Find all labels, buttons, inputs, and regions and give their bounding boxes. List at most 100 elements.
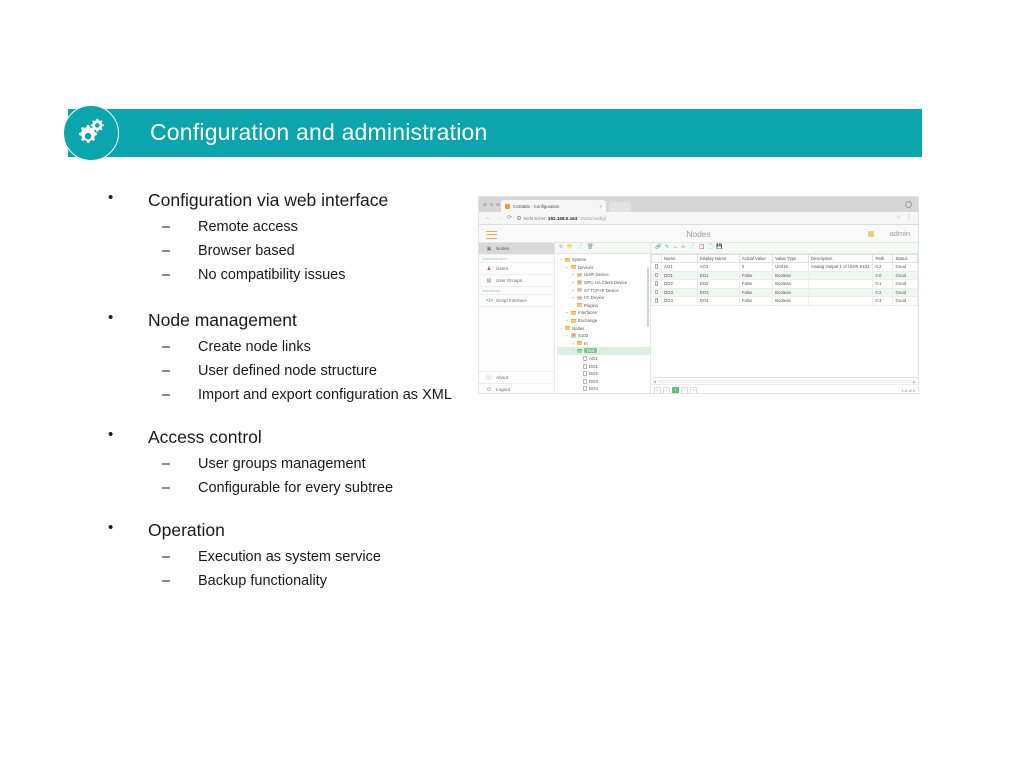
sidebar-item-about[interactable]: ⓘ About — [479, 371, 554, 383]
tree-node[interactable]: + S7 TCP-IP Device — [557, 286, 650, 294]
expander-icon[interactable]: − — [559, 326, 563, 331]
tree-node-selected[interactable]: − Out — [557, 347, 650, 355]
tree-node[interactable]: AO1 — [557, 355, 650, 363]
cell-name: DO4 — [661, 296, 698, 306]
table-row[interactable]: DO2 DO2 False Boolean 0.1 Good — [650, 279, 918, 289]
column-header[interactable]: Name — [661, 254, 698, 263]
bullet-subitem: Execution as system service — [100, 549, 480, 565]
sidebar-item-user-groups[interactable]: ▤ User Groups — [479, 275, 554, 287]
browser-tab-bar: CoDaBix - Configuration × — [479, 197, 918, 212]
expander-icon[interactable]: + — [565, 318, 569, 323]
sidebar-item-nodes[interactable]: ▣ Nodes — [479, 243, 554, 255]
bullet-group: Operation Execution as system service Ba… — [100, 519, 480, 589]
forward-icon[interactable]: → — [496, 215, 502, 221]
security-label: Nicht sicher — [523, 215, 546, 221]
expander-icon[interactable]: − — [565, 265, 569, 270]
table-horizontal-scrollbar[interactable]: ◀ ▶ — [651, 377, 918, 384]
chain-icon[interactable]: ∞ — [682, 245, 686, 250]
row-icon-cell — [650, 296, 663, 306]
tree-node[interactable]: + UniPi Device — [557, 271, 650, 279]
tree-node-label: DO2 — [589, 371, 598, 377]
pager-page-1[interactable]: 1 — [672, 386, 679, 393]
rename-icon[interactable]: ↔ — [673, 245, 678, 250]
sidebar-item-label: User Groups — [496, 278, 523, 283]
table-row[interactable]: DO1 DO1 False Boolean 0.0 Good — [650, 270, 918, 280]
row-icon-cell — [650, 287, 663, 297]
scroll-track[interactable] — [658, 379, 911, 383]
tree-node[interactable]: − System — [557, 256, 650, 264]
tree-node[interactable]: + Interfaces — [557, 309, 650, 317]
bullet-subitem: No compatibility issues — [100, 267, 480, 283]
tree-node[interactable]: + Exchange — [557, 317, 650, 325]
column-header[interactable]: Path — [872, 254, 894, 263]
cell-status: Good — [892, 270, 918, 280]
bookmark-star-icon[interactable]: ☆ — [896, 215, 901, 221]
tree-node-label: Interfaces — [578, 310, 597, 316]
copy-icon[interactable]: 📄 — [689, 245, 695, 250]
table-row[interactable]: DO4 DO4 False Boolean 0.3 Good — [650, 296, 918, 306]
table-row[interactable]: DO3 DO3 False Boolean 0.2 Good — [650, 287, 918, 297]
export-icon[interactable]: 💾 — [716, 245, 722, 250]
expander-icon[interactable]: + — [571, 280, 575, 285]
reload-icon[interactable]: ⟳ — [507, 215, 512, 221]
tree-node-label: I²C Device — [584, 295, 605, 301]
paste-icon[interactable]: 📋 — [699, 245, 705, 250]
expander-icon[interactable]: + — [571, 295, 575, 300]
back-icon[interactable]: ← — [485, 215, 491, 221]
scroll-left-arrow[interactable]: ◀ — [653, 379, 656, 384]
tree-node[interactable]: Plugins — [557, 302, 650, 310]
pager-first-button[interactable]: « — [654, 386, 661, 393]
browser-tab[interactable]: CoDaBix - Configuration × — [501, 200, 606, 212]
column-header[interactable]: Actual Value — [738, 254, 774, 263]
expander-icon[interactable]: + — [565, 310, 569, 315]
tree-node[interactable]: DO4 — [557, 385, 650, 393]
browser-menu-icon[interactable]: ⋮ — [906, 215, 912, 221]
edit-icon[interactable]: ✎ — [665, 245, 669, 250]
tree-node[interactable]: − S103 — [557, 332, 650, 340]
folder-icon — [577, 303, 582, 308]
refresh-icon[interactable]: ↻ — [559, 245, 563, 250]
device-icon — [571, 333, 576, 338]
expander-icon[interactable]: − — [559, 257, 563, 262]
expander-icon[interactable]: − — [565, 333, 569, 338]
scroll-right-arrow[interactable]: ▶ — [913, 379, 916, 384]
new-file-icon[interactable]: 📄 — [577, 245, 583, 250]
tree-node[interactable]: + I²C Device — [557, 294, 650, 302]
cell-actual-value: 0 — [738, 262, 774, 272]
expander-icon[interactable]: + — [571, 341, 575, 346]
tree-node[interactable]: + OPC-UA Client Device — [557, 279, 650, 287]
sidebar-item-logout[interactable]: ⏻ Logout — [479, 383, 554, 393]
tree-node[interactable]: − Devices — [557, 264, 650, 272]
tree-node[interactable]: − Nodes — [557, 324, 650, 332]
tree-node[interactable]: DO2 — [557, 370, 650, 378]
tree-node[interactable]: DO3 — [557, 378, 650, 386]
tree-node[interactable]: DO1 — [557, 362, 650, 370]
sidebar-item-script-interface[interactable]: </> Script Interface — [479, 295, 554, 307]
delete-icon[interactable]: 🗑 — [587, 245, 594, 250]
expander-icon[interactable]: + — [571, 288, 575, 293]
pager-last-button[interactable]: » — [690, 386, 697, 393]
table-row[interactable]: AO1 AO1 0 UInt16 Analog Output 1 of UniP… — [650, 262, 918, 272]
pager-next-button[interactable]: › — [681, 386, 688, 393]
expander-icon[interactable]: + — [571, 272, 575, 277]
file-icon — [583, 371, 587, 377]
new-tab-button[interactable] — [609, 202, 631, 212]
profile-icon[interactable] — [905, 201, 912, 208]
window-controls[interactable] — [483, 202, 500, 206]
address-input[interactable]: Nicht sicher 192.168.0.164 :8181/config/ — [517, 216, 891, 221]
expander-icon[interactable]: − — [571, 348, 575, 353]
tree-node[interactable]: + In — [557, 340, 650, 348]
sidebar-item-users[interactable]: ♟ Users — [479, 263, 554, 275]
link-icon[interactable]: 🔗 — [655, 245, 661, 250]
pager-prev-button[interactable]: ‹ — [663, 386, 670, 393]
column-header[interactable]: Status — [892, 254, 918, 263]
current-user-label[interactable]: admin — [890, 229, 910, 238]
column-header[interactable]: Value Type — [772, 254, 809, 263]
new-folder-icon[interactable]: 📁 — [567, 245, 573, 250]
column-header[interactable]: Display Name — [696, 254, 740, 263]
column-header[interactable]: Description — [807, 254, 874, 263]
duplicate-icon[interactable]: 🗋 — [709, 245, 713, 250]
close-icon[interactable]: × — [599, 204, 602, 209]
tree-scrollbar[interactable] — [647, 267, 649, 327]
user-avatar-icon[interactable] — [868, 231, 874, 237]
